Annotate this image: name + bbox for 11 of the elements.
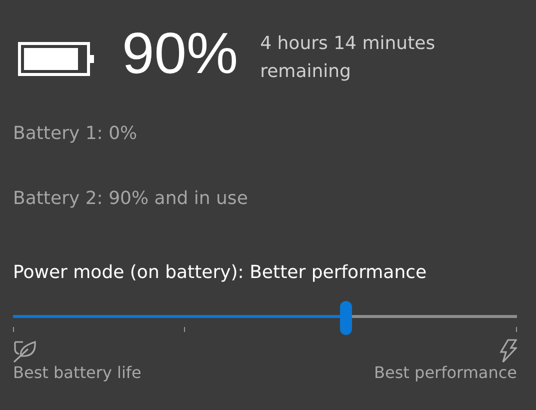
battery-status: Battery 1: 0% [13,122,138,146]
power-mode-label: Power mode (on battery): Better performance [13,261,428,285]
max-label: Best performance [374,363,517,382]
power-mode-slider[interactable] [13,301,517,333]
lightning-icon [499,339,517,363]
leaf-icon [13,339,39,363]
battery-percentage: 90% [122,22,238,86]
battery-status: Battery 2: 90% and in use [13,187,249,211]
battery-icon [18,42,96,76]
min-label: Best battery life [13,363,142,382]
time-remaining: 4 hours 14 minutes remaining [260,32,436,84]
